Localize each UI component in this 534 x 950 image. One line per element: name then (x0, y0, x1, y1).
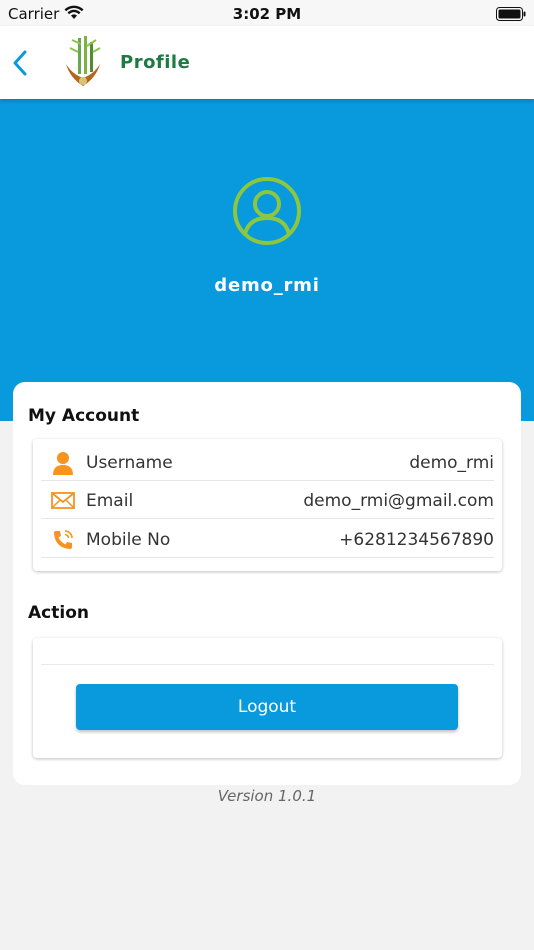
person-icon (51, 451, 75, 475)
profile-card: My Account Username demo_rmi Email demo_… (13, 382, 521, 785)
mobile-label: Mobile No (86, 530, 171, 550)
battery-icon (496, 6, 526, 25)
chevron-left-icon (13, 50, 27, 76)
action-heading: Action (28, 603, 89, 623)
navigation-bar: Profile (0, 26, 534, 99)
page-title: Profile (120, 52, 191, 73)
logout-button[interactable]: Logout (76, 684, 458, 730)
app-logo (62, 34, 104, 90)
my-account-heading: My Account (28, 406, 140, 426)
email-value: demo_rmi@gmail.com (303, 491, 494, 511)
back-button[interactable] (6, 48, 34, 78)
username-value: demo_rmi (409, 453, 494, 473)
profile-header: demo_rmi (0, 99, 534, 421)
username-row: Username demo_rmi (41, 443, 494, 481)
app-version: Version 1.0.1 (217, 787, 317, 805)
phone-icon (51, 528, 75, 552)
email-label: Email (86, 491, 134, 511)
clock: 3:02 PM (232, 5, 302, 23)
account-info-box: Username demo_rmi Email demo_rmi@gmail.c… (33, 439, 502, 571)
status-bar: Carrier 3:02 PM (0, 0, 534, 26)
username-label: Username (86, 453, 173, 473)
email-row: Email demo_rmi@gmail.com (41, 481, 494, 519)
user-circle-icon (232, 176, 302, 246)
mobile-row: Mobile No +6281234567890 (41, 520, 494, 558)
profile-username: demo_rmi (214, 275, 320, 296)
mail-icon (51, 489, 75, 513)
divider (41, 664, 494, 665)
mobile-value: +6281234567890 (339, 530, 494, 550)
action-box: Logout (33, 638, 502, 758)
